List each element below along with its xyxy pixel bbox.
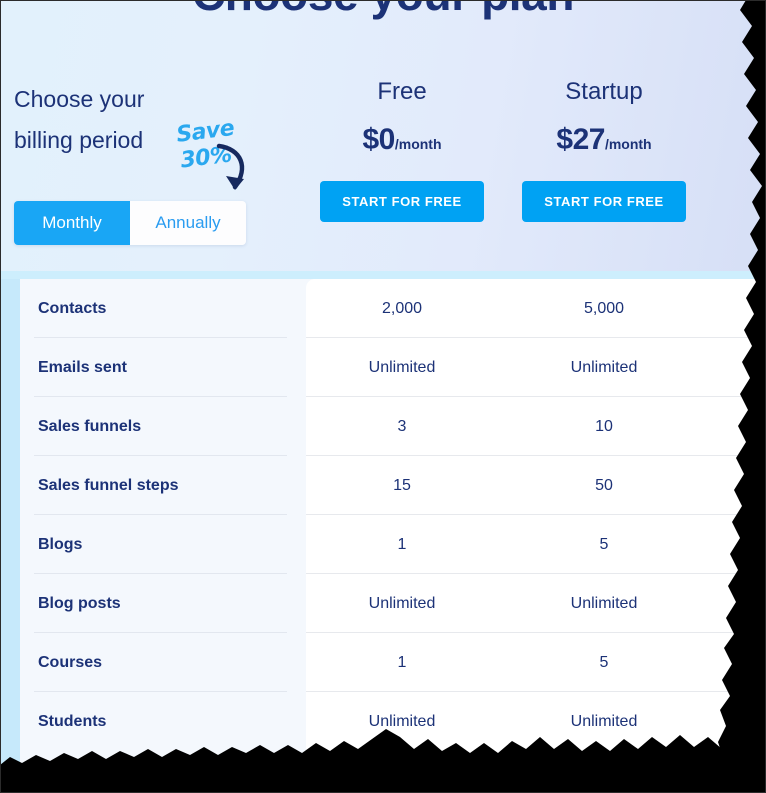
plan-column-third-clipped xyxy=(706,77,765,138)
feature-value-cell xyxy=(706,338,765,397)
feature-value-cell: 50 xyxy=(595,477,613,494)
plan-name-free: Free xyxy=(377,78,427,105)
billing-period-toggle[interactable]: Monthly Annually xyxy=(14,201,246,245)
start-for-free-button-startup[interactable]: START FOR FREE xyxy=(522,181,686,222)
plan-price-free: $0/month xyxy=(302,123,502,162)
table-row: Sales funnel steps 15 50 xyxy=(1,456,765,515)
feature-label: Students xyxy=(38,713,107,730)
plan-price-period-startup: /month xyxy=(604,136,652,152)
table-row: Sales funnels 3 10 xyxy=(1,397,765,456)
table-row: Courses 1 5 xyxy=(1,633,765,692)
plan-column-free: Free $0/month START FOR FREE xyxy=(302,77,502,222)
feature-value-cell: 1 xyxy=(397,536,407,553)
feature-value-cell xyxy=(706,692,765,751)
feature-label: Sales funnels xyxy=(38,418,142,435)
feature-value-cell: 15 xyxy=(393,477,411,494)
feature-value-cell xyxy=(706,633,765,692)
feature-value-cell xyxy=(706,279,765,338)
table-row: Contacts 2,000 5,000 xyxy=(1,279,765,338)
plan-price-amount-startup: $27 xyxy=(556,123,605,156)
feature-value-cell: Unlimited xyxy=(570,713,638,730)
feature-value-cell: 10 xyxy=(595,418,613,435)
feature-value-cell: Unlimited xyxy=(368,359,436,376)
feature-value-cell: 1 xyxy=(397,654,407,671)
billing-toggle-monthly[interactable]: Monthly xyxy=(14,201,130,245)
feature-value-cell: 3 xyxy=(397,418,407,435)
billing-period-label-line1: Choose your xyxy=(14,86,145,112)
plan-price-amount-free: $0 xyxy=(362,123,395,156)
feature-label: Sales funnel steps xyxy=(38,477,179,494)
table-row: Blogs 1 5 xyxy=(1,515,765,574)
pricing-page: Choose your plan Choose your billing per… xyxy=(1,1,765,792)
screenshot-root: Choose your plan Choose your billing per… xyxy=(0,0,766,793)
feature-value-cell: Unlimited xyxy=(570,595,638,612)
plan-price-period-free: /month xyxy=(394,136,442,152)
save-promo-badge: Save 30% xyxy=(173,116,257,201)
plan-name-startup: Startup xyxy=(565,78,643,105)
feature-label: Courses xyxy=(38,654,103,671)
page-title: Choose your plan xyxy=(1,1,765,21)
pricing-hero: Choose your plan Choose your billing per… xyxy=(1,1,765,278)
feature-label: Emails sent xyxy=(38,359,127,376)
table-row: Students Unlimited Unlimited xyxy=(1,692,765,751)
feature-value-cell: 5 xyxy=(599,654,609,671)
feature-label: Blog posts xyxy=(38,595,121,612)
feature-value-cell: Unlimited xyxy=(368,713,436,730)
curved-arrow-down-left-icon xyxy=(216,143,245,190)
plan-column-startup: Startup $27/month START FOR FREE xyxy=(504,77,704,222)
feature-value-cell: 5,000 xyxy=(583,300,625,317)
table-row: Blog posts Unlimited Unlimited xyxy=(1,574,765,633)
feature-value-cell xyxy=(706,515,765,574)
start-for-free-button-free[interactable]: START FOR FREE xyxy=(320,181,484,222)
feature-value-cell: 5 xyxy=(599,536,609,553)
feature-label: Contacts xyxy=(38,300,107,317)
plan-price-startup: $27/month xyxy=(504,123,704,162)
feature-value-cell xyxy=(706,574,765,633)
feature-value-cell xyxy=(706,456,765,515)
feature-value-cell: Unlimited xyxy=(570,359,638,376)
billing-toggle-annually[interactable]: Annually xyxy=(130,201,246,245)
feature-value-cell xyxy=(706,397,765,456)
table-row: Emails sent Unlimited Unlimited xyxy=(1,338,765,397)
feature-value-cell: 2,000 xyxy=(381,300,423,317)
feature-value-cell: Unlimited xyxy=(368,595,436,612)
billing-period-label-line2: billing period xyxy=(14,127,144,153)
feature-comparison-table: Contacts 2,000 5,000 Emails sent Unlimited Un… xyxy=(1,279,765,792)
feature-label: Blogs xyxy=(38,536,83,553)
hero-bottom-strip xyxy=(1,271,765,279)
